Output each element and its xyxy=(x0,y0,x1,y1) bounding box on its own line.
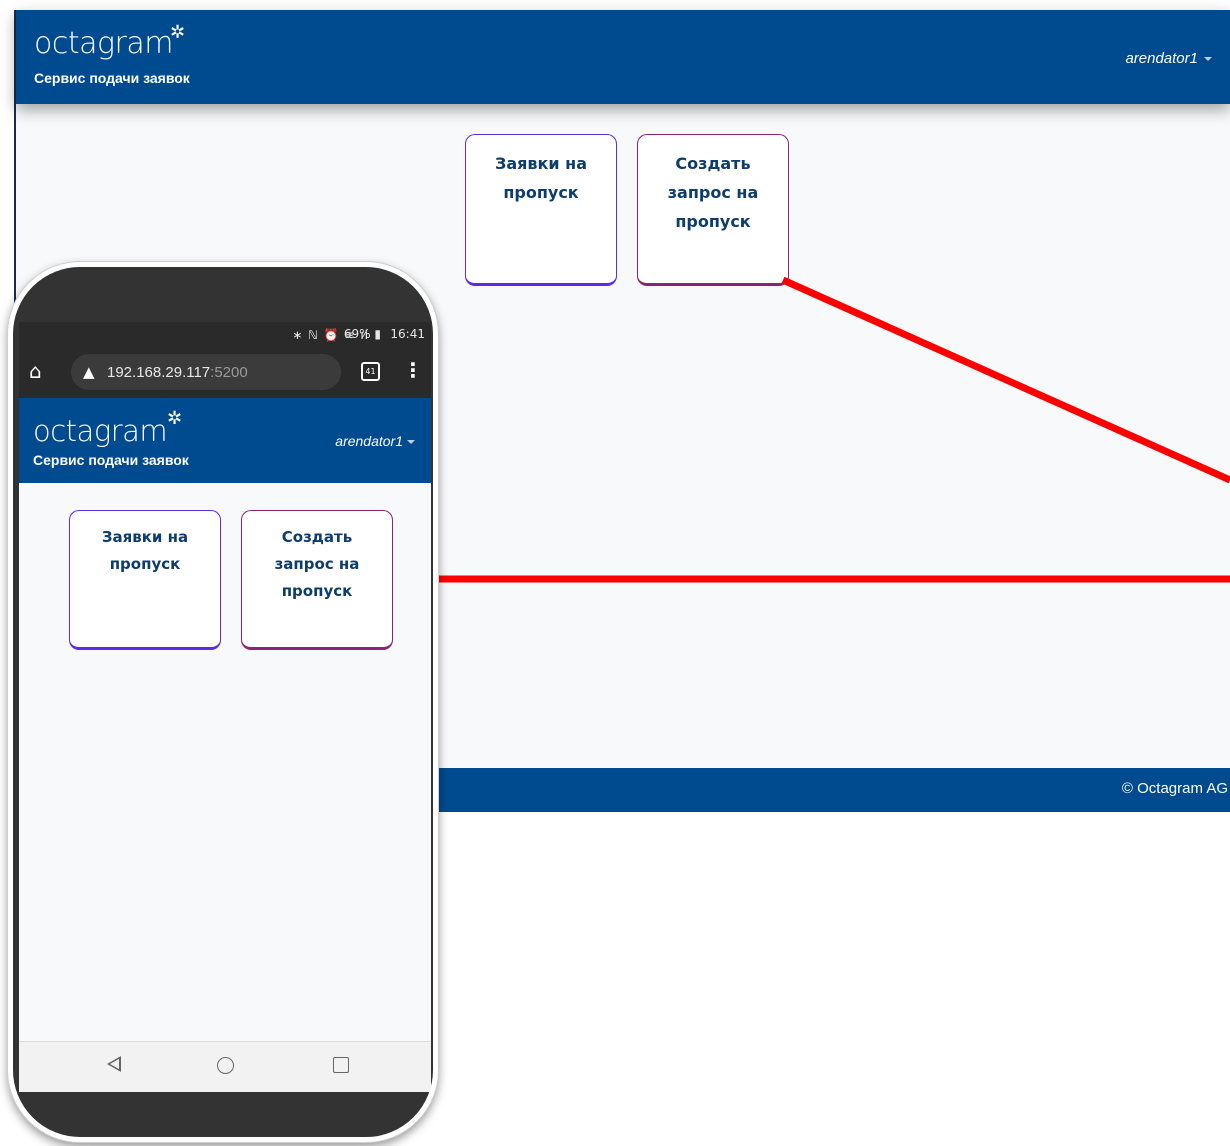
url-port: :5200 xyxy=(210,364,248,381)
mobile-brand-logo[interactable]: octagram xyxy=(33,414,168,448)
address-bar[interactable]: ▲ 192.168.29.117:5200 xyxy=(71,354,341,390)
app-header: octagram ✲ Сервис подачи заявок arendato… xyxy=(16,10,1230,104)
copyright: © Octagram AG xyxy=(1121,780,1228,797)
battery-percent: 69% xyxy=(343,327,371,341)
phone-frame: ∗ ℕ ⏰ ≋ ıl 69% ▮ 16:41 ⌂ ▲ 192.168.29.11… xyxy=(8,262,438,1142)
android-nav-bar xyxy=(19,1041,431,1092)
app-subtitle: Сервис подачи заявок xyxy=(34,70,190,86)
url-text: 192.168.29.117:5200 xyxy=(107,364,248,381)
mobile-app-header: octagram ✲ Сервис подачи заявок arendato… xyxy=(19,398,431,483)
warning-icon[interactable]: ▲ xyxy=(83,363,95,381)
clock: 16:41 xyxy=(390,327,425,341)
battery-status: 69% ▮ xyxy=(344,327,381,341)
brand-logo[interactable]: octagram xyxy=(34,26,173,61)
create-pass-request-tile[interactable]: Создать запрос на пропуск xyxy=(637,134,789,286)
mobile-pass-requests-tile[interactable]: Заявки на пропуск xyxy=(69,510,221,650)
browser-toolbar: ⌂ ▲ 192.168.29.117:5200 41 ⋮ xyxy=(19,348,431,398)
user-menu[interactable]: arendator1 xyxy=(1125,50,1198,67)
url-host: 192.168.29.117 xyxy=(107,364,211,381)
mobile-brand-star-icon: ✲ xyxy=(167,408,183,429)
recent-apps-icon[interactable] xyxy=(333,1057,349,1073)
mobile-create-pass-request-tile[interactable]: Создать запрос на пропуск xyxy=(241,510,393,650)
phone-screen: ∗ ℕ ⏰ ≋ ıl 69% ▮ 16:41 ⌂ ▲ 192.168.29.11… xyxy=(19,322,431,1092)
mobile-app-subtitle: Сервис подачи заявок xyxy=(33,452,189,468)
back-icon-inner xyxy=(110,1059,119,1069)
battery-icon: ▮ xyxy=(374,327,381,341)
status-bar: ∗ ℕ ⏰ ≋ ıl 69% ▮ 16:41 xyxy=(19,322,431,348)
home-circle-icon[interactable] xyxy=(217,1057,234,1074)
more-menu-icon[interactable]: ⋮ xyxy=(403,358,423,382)
mobile-user-menu[interactable]: arendator1 xyxy=(335,433,403,449)
mobile-chevron-down-icon[interactable] xyxy=(407,440,415,444)
home-icon[interactable]: ⌂ xyxy=(29,359,53,383)
brand-star-icon: ✲ xyxy=(170,22,186,43)
tab-switcher-button[interactable]: 41 xyxy=(361,362,380,381)
pass-requests-tile[interactable]: Заявки на пропуск xyxy=(465,134,617,286)
chevron-down-icon[interactable] xyxy=(1204,57,1212,61)
